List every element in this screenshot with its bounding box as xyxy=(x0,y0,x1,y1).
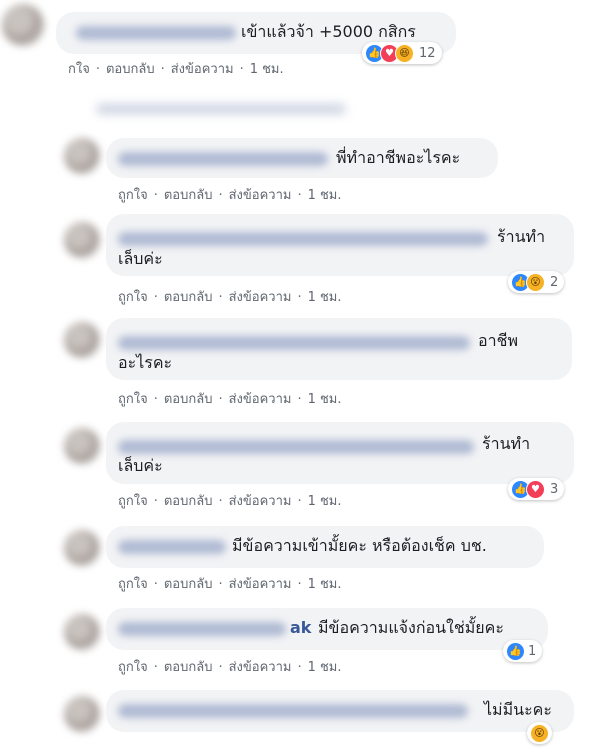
comment-text-line1: ร้านทำ xyxy=(497,227,546,246)
commenter-name[interactable] xyxy=(118,232,488,246)
like-link[interactable]: ถูกใจ xyxy=(118,660,148,675)
comment-actions: ถูกใจ · ตอบกลับ · ส่งข้อความ · 1 ชม. xyxy=(118,494,342,509)
message-link[interactable]: ส่งข้อความ xyxy=(229,577,292,592)
comment-actions: กใจ · ตอบกลับ · ส่งข้อความ · 1 ชม. xyxy=(68,62,284,77)
comment-text-line2: เล็บค่ะ xyxy=(118,456,163,475)
comment-text-line1: อาชีพ xyxy=(478,331,518,350)
wow-icon: 😮 xyxy=(530,723,549,743)
timestamp[interactable]: 1 ชม. xyxy=(308,660,342,675)
comment-text-line1: ร้านทำ xyxy=(482,434,531,453)
commenter-name[interactable] xyxy=(118,540,226,554)
avatar[interactable] xyxy=(64,428,100,464)
commenter-name[interactable] xyxy=(118,704,468,718)
reaction-summary[interactable]: 👍 😮 2 xyxy=(508,271,565,293)
comment-actions: ถูกใจ · ตอบกลับ · ส่งข้อความ · 1 ชม. xyxy=(118,660,342,675)
reply-link[interactable]: ตอบกลับ xyxy=(164,660,213,675)
comment-text: มีข้อความแจ้งก่อนใช่มั้ยคะ xyxy=(318,618,504,637)
reply-link[interactable]: ตอบกลับ xyxy=(164,577,213,592)
reaction-summary[interactable]: 😮 xyxy=(527,722,552,744)
comment-text: มีข้อความเข้ามั้ยคะ หรือต้องเช็ค บช. xyxy=(232,536,487,555)
like-link[interactable]: ถูกใจ xyxy=(118,392,148,407)
reply-link[interactable]: ตอบกลับ xyxy=(164,392,213,407)
message-link[interactable]: ส่งข้อความ xyxy=(171,62,234,77)
avatar[interactable] xyxy=(64,530,100,566)
timestamp[interactable]: 1 ชม. xyxy=(308,290,342,305)
comment-actions: ถูกใจ · ตอบกลับ · ส่งข้อความ · 1 ชม. xyxy=(118,577,342,592)
view-replies-link[interactable] xyxy=(96,104,346,114)
like-icon: 👍 xyxy=(506,641,525,661)
comment-text: เข้าแล้วจ้า +5000 กสิกร xyxy=(241,22,416,41)
like-link[interactable]: ถูกใจ xyxy=(118,188,148,203)
reaction-summary[interactable]: 👍 1 xyxy=(503,640,543,662)
reply-link[interactable]: ตอบกลับ xyxy=(106,62,155,77)
like-link[interactable]: ถูกใจ xyxy=(118,290,148,305)
timestamp[interactable]: 1 ชม. xyxy=(308,494,342,509)
comment-actions: ถูกใจ · ตอบกลับ · ส่งข้อความ · 1 ชม. xyxy=(118,290,342,305)
message-link[interactable]: ส่งข้อความ xyxy=(229,392,292,407)
reaction-count: 1 xyxy=(528,643,537,659)
message-link[interactable]: ส่งข้อความ xyxy=(229,290,292,305)
love-icon: ♥ xyxy=(526,479,545,499)
avatar[interactable] xyxy=(2,4,44,46)
avatar[interactable] xyxy=(64,322,100,358)
timestamp[interactable]: 1 ชม. xyxy=(308,392,342,407)
comment-text: พี่ทำอาชีพอะไรคะ xyxy=(336,148,461,167)
comment-actions: ถูกใจ · ตอบกลับ · ส่งข้อความ · 1 ชม. xyxy=(118,392,342,407)
comment-actions: ถูกใจ · ตอบกลับ · ส่งข้อความ · 1 ชม. xyxy=(118,188,342,203)
avatar[interactable] xyxy=(64,696,100,732)
commenter-name[interactable] xyxy=(76,26,236,40)
reply-link[interactable]: ตอบกลับ xyxy=(164,188,213,203)
reaction-count: 3 xyxy=(550,481,559,497)
avatar[interactable] xyxy=(64,614,100,650)
timestamp[interactable]: 1 ชม. xyxy=(250,62,284,77)
comment-text-line2: อะไรคะ xyxy=(118,353,173,372)
avatar[interactable] xyxy=(64,222,100,258)
message-link[interactable]: ส่งข้อความ xyxy=(229,494,292,509)
reply-link[interactable]: ตอบกลับ xyxy=(164,290,213,305)
like-link[interactable]: กใจ xyxy=(68,62,90,77)
reaction-summary[interactable]: 👍 ♥ 3 xyxy=(508,478,565,500)
comment-text-line2: เล็บค่ะ xyxy=(118,249,163,268)
like-link[interactable]: ถูกใจ xyxy=(118,494,148,509)
reaction-count: 12 xyxy=(419,45,436,61)
commenter-name[interactable] xyxy=(118,440,474,454)
avatar[interactable] xyxy=(64,138,100,174)
reply-link[interactable]: ตอบกลับ xyxy=(164,494,213,509)
wow-icon: 😮 xyxy=(526,272,545,292)
timestamp[interactable]: 1 ชม. xyxy=(308,188,342,203)
commenter-name-suffix[interactable]: ak xyxy=(290,617,311,639)
comment-text: ไม่มีนะคะ xyxy=(484,700,552,719)
commenter-name[interactable] xyxy=(118,622,286,636)
reaction-count: 2 xyxy=(550,274,559,290)
commenter-name[interactable] xyxy=(118,152,328,166)
like-link[interactable]: ถูกใจ xyxy=(118,577,148,592)
haha-icon: 😆 xyxy=(395,43,414,63)
timestamp[interactable]: 1 ชม. xyxy=(308,577,342,592)
commenter-name[interactable] xyxy=(118,336,470,350)
reaction-summary[interactable]: 👍 ♥ 😆 12 xyxy=(362,42,442,64)
message-link[interactable]: ส่งข้อความ xyxy=(229,188,292,203)
message-link[interactable]: ส่งข้อความ xyxy=(229,660,292,675)
